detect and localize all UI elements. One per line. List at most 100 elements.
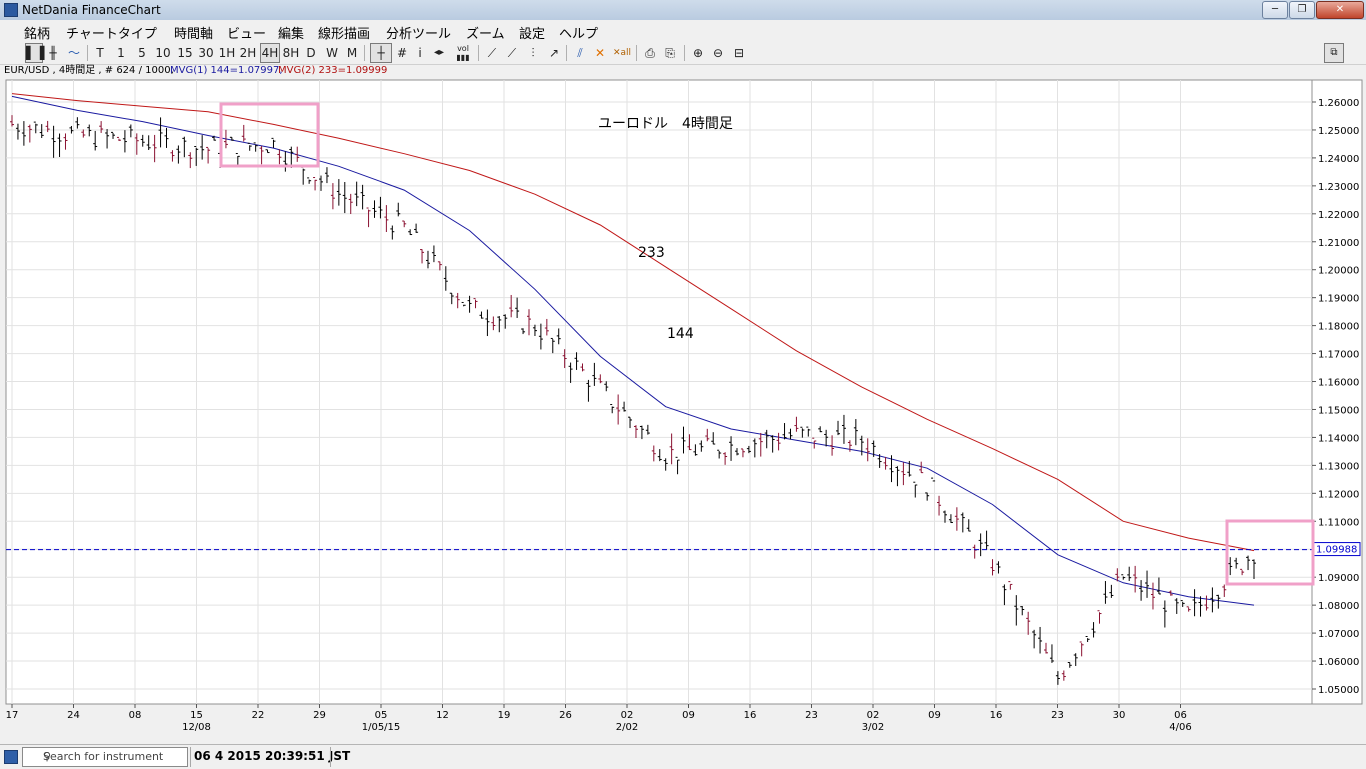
y-tick-label: 1.08000 [1318, 601, 1359, 612]
x-tick-label: 05 [375, 710, 388, 721]
chart-area[interactable]: 1.26000 1.25000 1.24000 1.23000 1.22000 1.210… [0, 78, 1366, 744]
tf-daily[interactable]: D [304, 44, 318, 62]
y-tick-label: 1.07000 [1318, 629, 1359, 640]
candle-chart-icon[interactable]: ╫ [45, 44, 61, 62]
status-datetime: 06 4 2015 20:39:51 JST [194, 749, 351, 763]
tf-1h[interactable]: 1H [218, 44, 236, 62]
volume-icon[interactable]: vol ▮▮▮ [452, 44, 474, 62]
menu-help[interactable]: ヘルプ [559, 23, 598, 42]
x-tick-label: 22 [252, 710, 265, 721]
minimize-button[interactable]: ─ [1262, 1, 1288, 19]
x-tick-label: 19 [498, 710, 511, 721]
search-input[interactable]: ⚲ Search for instrument [22, 747, 188, 767]
crosshair-icon[interactable]: ┼ [370, 43, 392, 63]
x-tick-label: 12 [436, 710, 449, 721]
y-tick-label: 1.26000 [1318, 98, 1359, 109]
x-month-label: 3/02 [862, 722, 884, 733]
y-tick-label: 1.15000 [1318, 405, 1359, 416]
menu-symbol[interactable]: 銘柄 [24, 23, 50, 42]
zoom-out-icon[interactable]: ⊖ [710, 44, 726, 62]
y-tick-label: 1.13000 [1318, 461, 1359, 472]
x-tick-label: 09 [682, 710, 695, 721]
search-placeholder: Search for instrument [43, 750, 164, 763]
menu-timeframe[interactable]: 時間軸 [174, 23, 213, 42]
print-icon[interactable]: ⎙ [642, 44, 658, 62]
status-bar: ⚲ Search for instrument 06 4 2015 20:39:… [0, 744, 1366, 769]
tf-30m[interactable]: 30 [197, 44, 215, 62]
x-month-label: 2/02 [616, 722, 638, 733]
x-tick-label: 15 [190, 710, 203, 721]
chart-title: ユーロドル 4時間足 [598, 116, 733, 132]
y-tick-label: 1.12000 [1318, 489, 1359, 500]
y-tick-label: 1.23000 [1318, 182, 1359, 193]
tf-4h[interactable]: 4H [260, 43, 280, 63]
menu-chart-type[interactable]: チャートタイプ [66, 23, 157, 42]
tf-tick[interactable]: T [93, 44, 107, 62]
info-icon[interactable]: i [414, 44, 426, 62]
arrows-icon[interactable]: ◂▸ [430, 44, 448, 62]
ma144-info: MVG(1) 144=1.07997, [170, 65, 283, 76]
bar-chart-icon[interactable]: ▌▐ [25, 43, 44, 63]
window-title: NetDania FinanceChart [22, 3, 161, 17]
maximize-button[interactable]: ❐ [1289, 1, 1315, 19]
x-tick-label: 06 [1174, 710, 1187, 721]
x-tick-label: 16 [744, 710, 757, 721]
y-tick-label: 1.17000 [1318, 350, 1359, 361]
ma233-info: MVG(2) 233=1.09999 [278, 65, 388, 76]
zoom-in-icon[interactable]: ⊕ [690, 44, 706, 62]
plot-background [5, 79, 1313, 705]
y-tick-label: 1.09000 [1318, 573, 1359, 584]
y-tick-label: 1.18000 [1318, 322, 1359, 333]
toolbar: ▌▐ ╫ 〜 T 1 5 10 15 30 1H 2H 4H 8H D W M … [0, 42, 1366, 65]
tf-10m[interactable]: 10 [154, 44, 172, 62]
fib-icon[interactable]: ⫶ [524, 44, 542, 62]
x-month-label: 4/06 [1169, 722, 1191, 733]
trendline-icon[interactable]: ⟋ [484, 44, 500, 62]
menu-view[interactable]: ビュー [227, 23, 266, 42]
x-tick-label: 17 [6, 710, 19, 721]
x-tick-label: 26 [559, 710, 572, 721]
tf-weekly[interactable]: W [324, 44, 340, 62]
ray-icon[interactable]: ↗ [546, 44, 562, 62]
grid-icon[interactable]: # [394, 44, 410, 62]
tf-5m[interactable]: 5 [135, 44, 149, 62]
menu-bar: 銘柄 チャートタイプ 時間軸 ビュー 編集 線形描画 分析ツール ズーム 設定 … [0, 20, 1366, 42]
menu-draw[interactable]: 線形描画 [318, 23, 370, 42]
status-indicator-icon [4, 750, 18, 764]
tf-1m[interactable]: 1 [115, 44, 127, 62]
menu-settings[interactable]: 設定 [519, 23, 545, 42]
x-tick-label: 16 [990, 710, 1003, 721]
channel-icon[interactable]: ⟋ [504, 44, 520, 62]
parallel-lines-icon[interactable]: ⫽ [572, 44, 588, 62]
tf-2h[interactable]: 2H [239, 44, 257, 62]
x-tick-label: 02 [867, 710, 880, 721]
close-button[interactable]: ✕ [1316, 1, 1364, 19]
x-tick-label: 08 [129, 710, 142, 721]
zoom-fit-icon[interactable]: ⊟ [730, 44, 748, 62]
title-bar: NetDania FinanceChart ─ ❐ ✕ [0, 0, 1366, 21]
delete-all-icon[interactable]: ✕all [612, 44, 632, 62]
y-tick-label: 1.11000 [1318, 517, 1359, 528]
y-tick-label: 1.19000 [1318, 294, 1359, 305]
x-tick-label: 24 [67, 710, 80, 721]
tf-monthly[interactable]: M [344, 44, 360, 62]
x-tick-label: 23 [805, 710, 818, 721]
y-tick-label: 1.20000 [1318, 266, 1359, 277]
y-tick-label: 1.06000 [1318, 657, 1359, 668]
line-chart-icon[interactable]: 〜 [65, 44, 83, 62]
print-preview-icon[interactable]: ⎘ [662, 44, 678, 62]
menu-zoom[interactable]: ズーム [466, 23, 505, 42]
x-tick-label: 30 [1113, 710, 1126, 721]
panel-toggle-icon[interactable]: ⧉ [1324, 43, 1344, 63]
tf-8h[interactable]: 8H [282, 44, 300, 62]
delete-icon[interactable]: ✕ [592, 44, 608, 62]
menu-edit[interactable]: 編集 [278, 23, 304, 42]
price-chart[interactable]: 1.26000 1.25000 1.24000 1.23000 1.22000 1.210… [0, 78, 1366, 744]
y-tick-label: 1.14000 [1318, 433, 1359, 444]
tf-15m[interactable]: 15 [176, 44, 194, 62]
y-tick-label: 1.21000 [1318, 238, 1359, 249]
ma-233-label: 233 [638, 245, 665, 261]
menu-analysis[interactable]: 分析ツール [386, 23, 451, 42]
chart-info-bar: EUR/USD , 4時間足 , # 624 / 1000, MVG(1) 14… [0, 64, 1366, 78]
y-tick-label: 1.16000 [1318, 378, 1359, 389]
